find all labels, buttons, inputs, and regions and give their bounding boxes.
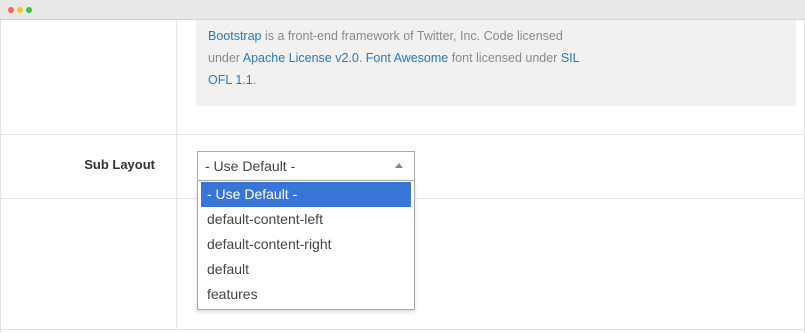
bootstrap-link[interactable]: Bootstrap: [208, 29, 262, 43]
frame-border-left: [0, 20, 1, 333]
notice-line-1: Bootstrap is a front-end framework of Tw…: [208, 25, 784, 47]
frame-border-bottom: [0, 329, 805, 330]
sub-layout-option[interactable]: features: [201, 282, 411, 307]
sub-layout-option[interactable]: default: [201, 257, 411, 282]
minimize-window-icon[interactable]: [17, 7, 23, 13]
sub-layout-option[interactable]: - Use Default -: [201, 182, 411, 207]
notice-text: under: [208, 51, 243, 65]
notice-text: .: [358, 51, 366, 65]
close-window-icon[interactable]: [8, 7, 14, 13]
license-notice: Bootstrap is a front-end framework of Tw…: [196, 20, 796, 106]
chevron-up-icon[interactable]: [395, 163, 403, 168]
window-titlebar: [0, 0, 805, 20]
sub-layout-select[interactable]: - Use Default -: [197, 151, 415, 181]
maximize-window-icon[interactable]: [26, 7, 32, 13]
ofl-link[interactable]: OFL 1.1: [208, 73, 253, 87]
notice-text: font licensed under: [448, 51, 561, 65]
apache-license-link[interactable]: Apache License v2.0: [243, 51, 359, 65]
sub-layout-dropdown-list: - Use Default - default-content-left def…: [197, 180, 415, 310]
column-divider: [176, 20, 177, 330]
sub-layout-option[interactable]: default-content-left: [201, 207, 411, 232]
sub-layout-option[interactable]: default-content-right: [201, 232, 411, 257]
sil-link[interactable]: SIL: [561, 51, 580, 65]
row-divider: [1, 134, 804, 135]
sub-layout-selected-value: - Use Default -: [205, 158, 296, 174]
notice-text: .: [252, 73, 257, 87]
notice-line-2: under Apache License v2.0. Font Awesome …: [208, 47, 784, 69]
notice-line-3: OFL 1.1.: [208, 69, 784, 91]
sub-layout-label: Sub Layout: [84, 157, 155, 172]
notice-text: is a front-end framework of Twitter, Inc…: [261, 29, 563, 43]
font-awesome-link[interactable]: Font Awesome: [366, 51, 448, 65]
